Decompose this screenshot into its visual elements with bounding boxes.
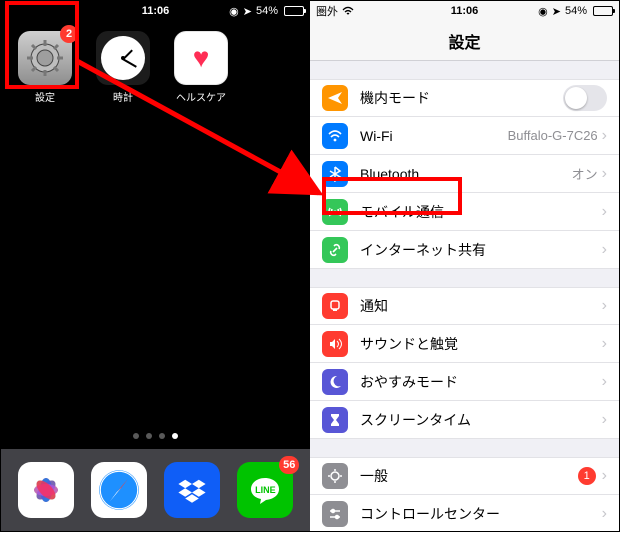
- moon-icon: [322, 369, 348, 395]
- battery-icon: [282, 6, 304, 16]
- health-icon: ♥: [174, 31, 228, 85]
- row-notifications[interactable]: 通知 ›: [310, 287, 619, 325]
- bluetooth-icon: [322, 161, 348, 187]
- phone-settings-screen: 圏外 11:06 ◉ ➤ 54% 設定 機内モード Wi-Fi Buffa: [310, 1, 619, 531]
- heart-icon: ♥: [193, 44, 210, 72]
- chevron-right-icon: ›: [602, 505, 607, 523]
- row-wifi[interactable]: Wi-Fi Buffalo-G-7C26 ›: [310, 117, 619, 155]
- dock: LINE 56: [1, 449, 310, 531]
- nav-title: 設定: [310, 21, 619, 61]
- app-label: 設定: [35, 89, 55, 104]
- general-badge: 1: [578, 467, 596, 485]
- line-text: LINE: [255, 485, 276, 495]
- app-dropbox[interactable]: [164, 462, 220, 518]
- app-settings[interactable]: 2 設定: [15, 31, 75, 104]
- row-internet-sharing[interactable]: インターネット共有 ›: [310, 231, 619, 269]
- airplane-toggle[interactable]: [563, 85, 607, 111]
- speaker-icon: [322, 331, 348, 357]
- bell-icon: [322, 293, 348, 319]
- status-bar: 11:06 ◉ ➤ 54%: [1, 1, 310, 21]
- chevron-right-icon: ›: [602, 241, 607, 259]
- status-bar: 圏外 11:06 ◉ ➤ 54%: [310, 1, 619, 21]
- wifi-icon: [322, 123, 348, 149]
- row-general[interactable]: 一般 1 ›: [310, 457, 619, 495]
- clock-icon: [96, 31, 150, 85]
- airplane-icon: [322, 85, 348, 111]
- status-time: 11:06: [1, 5, 310, 17]
- row-bluetooth[interactable]: Bluetooth オン ›: [310, 155, 619, 193]
- app-label: ヘルスケア: [176, 89, 226, 104]
- app-label: 時計: [113, 89, 133, 104]
- antenna-icon: [322, 199, 348, 225]
- settings-badge: 2: [60, 25, 78, 43]
- link-icon: [322, 237, 348, 263]
- row-airplane-mode[interactable]: 機内モード: [310, 79, 619, 117]
- row-sound[interactable]: サウンドと触覚 ›: [310, 325, 619, 363]
- status-time: 11:06: [310, 5, 619, 17]
- row-control-center[interactable]: コントロールセンター ›: [310, 495, 619, 531]
- chevron-right-icon: ›: [602, 203, 607, 221]
- app-clock[interactable]: 時計: [93, 31, 153, 104]
- gear-icon: [322, 463, 348, 489]
- page-dots: [1, 433, 310, 439]
- bluetooth-detail: オン: [572, 164, 598, 183]
- home-apps: 2 設定 時計 ♥ ヘルスケア: [1, 21, 310, 104]
- chevron-right-icon: ›: [602, 127, 607, 145]
- app-photos[interactable]: [18, 462, 74, 518]
- line-badge: 56: [279, 456, 299, 474]
- chevron-right-icon: ›: [602, 467, 607, 485]
- wifi-detail: Buffalo-G-7C26: [508, 128, 598, 143]
- chevron-right-icon: ›: [602, 373, 607, 391]
- app-safari[interactable]: [91, 462, 147, 518]
- switches-icon: [322, 501, 348, 527]
- row-screen-time[interactable]: スクリーンタイム ›: [310, 401, 619, 439]
- row-mobile-data[interactable]: モバイル通信 ›: [310, 193, 619, 231]
- hourglass-icon: [322, 407, 348, 433]
- chevron-right-icon: ›: [602, 335, 607, 353]
- chevron-right-icon: ›: [602, 411, 607, 429]
- chevron-right-icon: ›: [602, 297, 607, 315]
- phone-home-screen: 11:06 ◉ ➤ 54% 2: [1, 1, 310, 531]
- chevron-right-icon: ›: [602, 165, 607, 183]
- app-health[interactable]: ♥ ヘルスケア: [171, 31, 231, 104]
- row-do-not-disturb[interactable]: おやすみモード ›: [310, 363, 619, 401]
- battery-icon: [591, 6, 613, 16]
- settings-icon: 2: [18, 31, 72, 85]
- app-line[interactable]: LINE 56: [237, 462, 293, 518]
